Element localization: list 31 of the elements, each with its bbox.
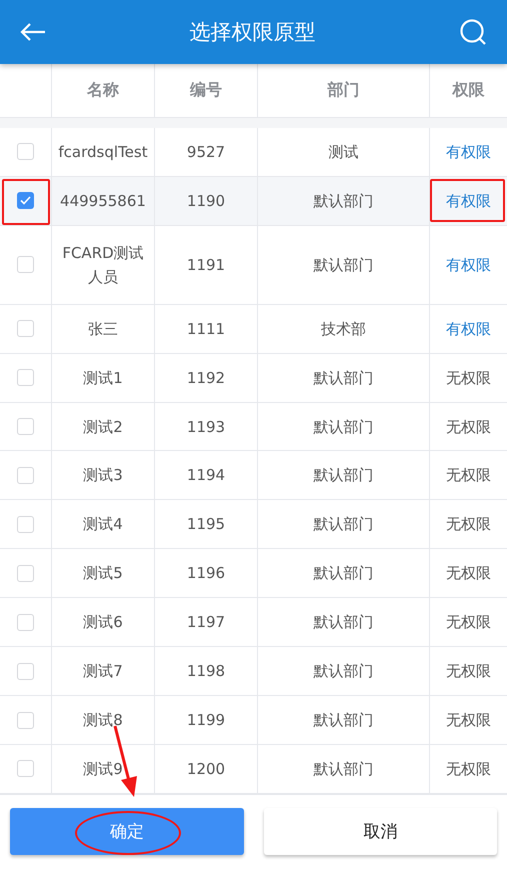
permission-status: 无权限	[446, 563, 491, 584]
permission-status: 有权限	[446, 254, 491, 276]
permission-status: 无权限	[446, 368, 491, 389]
permission-status: 有权限	[446, 190, 491, 212]
checkbox[interactable]	[17, 614, 34, 631]
checkbox[interactable]	[17, 516, 34, 533]
permission-status: 有权限	[446, 142, 491, 163]
checkbox[interactable]	[17, 192, 34, 210]
checkbox[interactable]	[17, 760, 34, 778]
checkbox[interactable]	[17, 256, 34, 274]
permission-status: 有权限	[446, 318, 491, 340]
checkbox[interactable]	[17, 418, 34, 436]
permission-status: 无权限	[446, 465, 491, 486]
cancel-button[interactable]: 取消	[264, 808, 497, 855]
permission-status: 无权限	[446, 416, 491, 438]
search-icon[interactable]	[459, 18, 487, 46]
permission-status: 无权限	[446, 612, 491, 634]
checkbox[interactable]	[17, 143, 34, 160]
checkbox[interactable]	[17, 564, 34, 582]
permission-status: 无权限	[446, 710, 491, 732]
check-icon	[20, 196, 31, 206]
checkbox[interactable]	[17, 320, 34, 338]
permission-status: 无权限	[446, 661, 491, 682]
checkbox[interactable]	[17, 466, 34, 484]
page-title: 选择权限原型	[190, 19, 316, 46]
checkbox[interactable]	[17, 712, 34, 729]
permission-status: 无权限	[446, 758, 491, 780]
back-icon[interactable]	[20, 22, 46, 42]
checkbox[interactable]	[17, 369, 34, 386]
checkbox[interactable]	[17, 662, 34, 680]
permission-status: 无权限	[446, 514, 491, 536]
